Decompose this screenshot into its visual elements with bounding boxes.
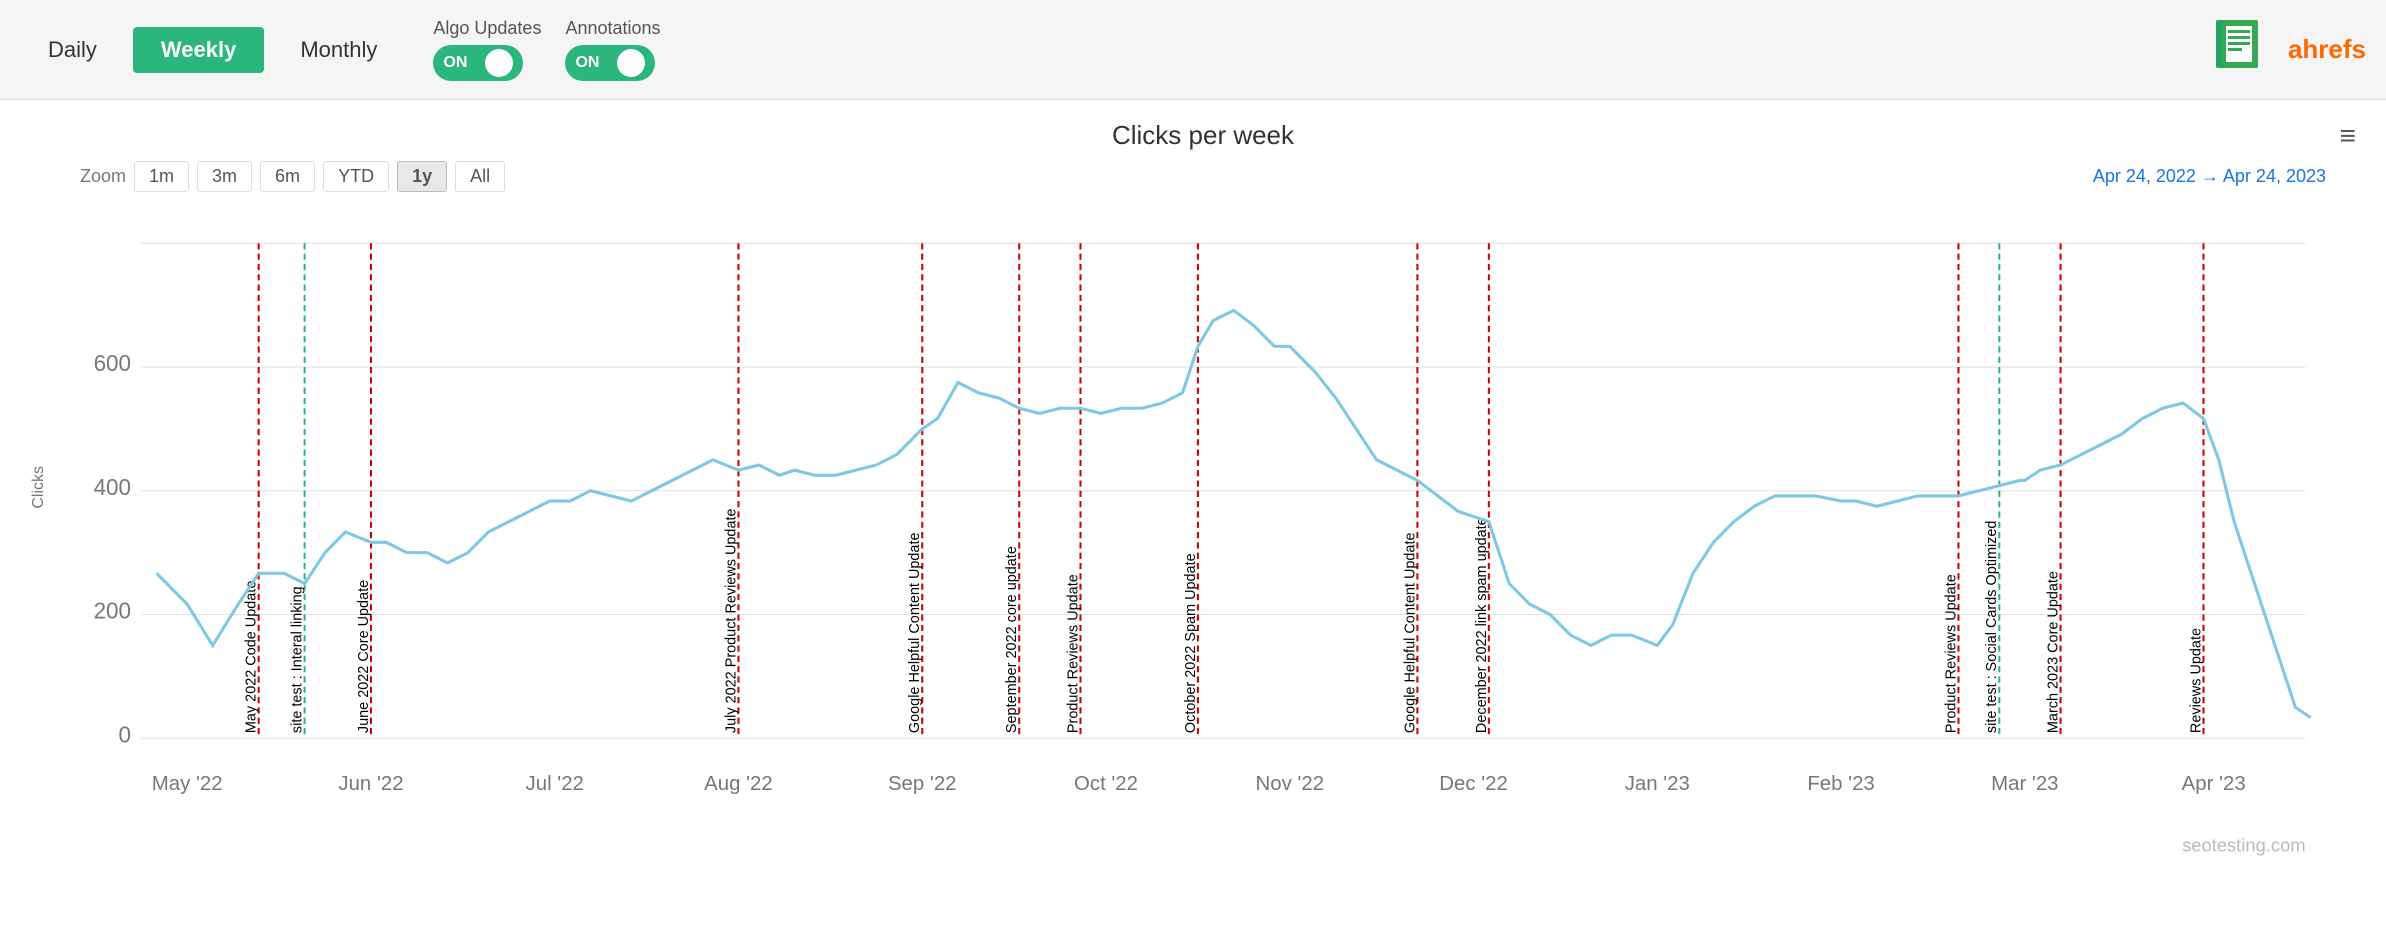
algo-updates-toggle[interactable]: ON — [433, 45, 523, 81]
svg-text:Jul '22: Jul '22 — [526, 772, 584, 795]
algo-updates-toggle-text: ON — [443, 54, 467, 72]
svg-text:0: 0 — [119, 722, 131, 747]
algo-updates-knob — [485, 49, 513, 77]
svg-text:Aug '22: Aug '22 — [704, 772, 773, 795]
svg-text:200: 200 — [94, 599, 131, 624]
zoom-all[interactable]: All — [455, 161, 505, 192]
svg-text:Jan '23: Jan '23 — [1625, 772, 1690, 795]
zoom-6m[interactable]: 6m — [260, 161, 315, 192]
svg-text:Oct '22: Oct '22 — [1074, 772, 1138, 795]
svg-text:site test : Interal linking: site test : Interal linking — [290, 586, 306, 733]
svg-text:400: 400 — [94, 475, 131, 500]
date-range: Apr 24, 2022 → Apr 24, 2023 — [2093, 166, 2326, 187]
svg-text:Product Reviews Update: Product Reviews Update — [1065, 574, 1081, 733]
svg-text:Reviews Update: Reviews Update — [2188, 628, 2204, 733]
annotations-label: Annotations — [565, 18, 660, 39]
annotations-toggle-text: ON — [575, 54, 599, 72]
annotations-toggle[interactable]: ON — [565, 45, 655, 81]
chart-container: Clicks per week ≡ Zoom 1m 3m 6m YTD 1y A… — [0, 100, 2386, 936]
annotations-toggle-group: Annotations ON — [565, 18, 660, 81]
y-axis-label: Clicks — [30, 466, 48, 509]
svg-text:October 2022 Spam Update: October 2022 Spam Update — [1183, 553, 1199, 733]
svg-text:Product Reviews Update: Product Reviews Update — [1943, 574, 1959, 733]
svg-text:Nov '22: Nov '22 — [1255, 772, 1324, 795]
zoom-ytd[interactable]: YTD — [323, 161, 389, 192]
svg-text:seotesting.com: seotesting.com — [2182, 835, 2305, 856]
toggle-group: Algo Updates ON Annotations ON — [433, 18, 660, 81]
svg-text:December 2022 link spam update: December 2022 link spam update — [1474, 517, 1490, 733]
svg-text:May '22: May '22 — [152, 772, 223, 795]
ahrefs-logo[interactable]: ahrefs — [2288, 34, 2366, 65]
chart-area: Clicks 0 200 400 600 May '22 Jun '22 Jul… — [80, 202, 2326, 862]
svg-text:Mar '23: Mar '23 — [1991, 772, 2058, 795]
sheets-icon[interactable] — [2208, 18, 2272, 82]
svg-text:Sep '22: Sep '22 — [888, 772, 957, 795]
svg-text:Apr '23: Apr '23 — [2182, 772, 2246, 795]
zoom-bar: Zoom 1m 3m 6m YTD 1y All Apr 24, 2022 → … — [80, 161, 2326, 192]
algo-updates-toggle-group: Algo Updates ON — [433, 18, 541, 81]
hamburger-menu-icon[interactable]: ≡ — [2340, 120, 2356, 152]
tab-weekly[interactable]: Weekly — [133, 27, 264, 73]
zoom-1y[interactable]: 1y — [397, 161, 447, 192]
algo-updates-label: Algo Updates — [433, 18, 541, 39]
svg-text:Dec '22: Dec '22 — [1439, 772, 1508, 795]
svg-text:600: 600 — [94, 351, 131, 376]
tab-monthly[interactable]: Monthly — [272, 27, 405, 73]
svg-text:Google Helpful Content Update: Google Helpful Content Update — [907, 533, 923, 734]
svg-text:Feb '23: Feb '23 — [1807, 772, 1874, 795]
zoom-label: Zoom — [80, 166, 126, 187]
chart-title: Clicks per week — [80, 120, 2326, 151]
svg-text:July 2022 Product Reviews Upda: July 2022 Product Reviews Update — [723, 508, 739, 733]
top-bar: Daily Weekly Monthly Algo Updates ON Ann… — [0, 0, 2386, 100]
annotations-knob — [617, 49, 645, 77]
zoom-1m[interactable]: 1m — [134, 161, 189, 192]
svg-text:May 2022 Code Update: May 2022 Code Update — [244, 581, 260, 733]
tab-daily[interactable]: Daily — [20, 27, 125, 73]
svg-text:site test : Social Cards Optim: site test : Social Cards Optimized — [1984, 521, 2000, 734]
svg-text:Google Helpful Content Update: Google Helpful Content Update — [1402, 533, 1418, 734]
zoom-3m[interactable]: 3m — [197, 161, 252, 192]
svg-text:Jun '22: Jun '22 — [338, 772, 403, 795]
svg-text:March 2023 Core Update: March 2023 Core Update — [2046, 571, 2062, 733]
chart-svg: 0 200 400 600 May '22 Jun '22 Jul '22 Au… — [80, 202, 2326, 862]
svg-text:September 2022 core update: September 2022 core update — [1004, 546, 1020, 733]
svg-text:June 2022 Core Update: June 2022 Core Update — [356, 580, 372, 733]
brand-area: ahrefs — [2208, 18, 2366, 82]
